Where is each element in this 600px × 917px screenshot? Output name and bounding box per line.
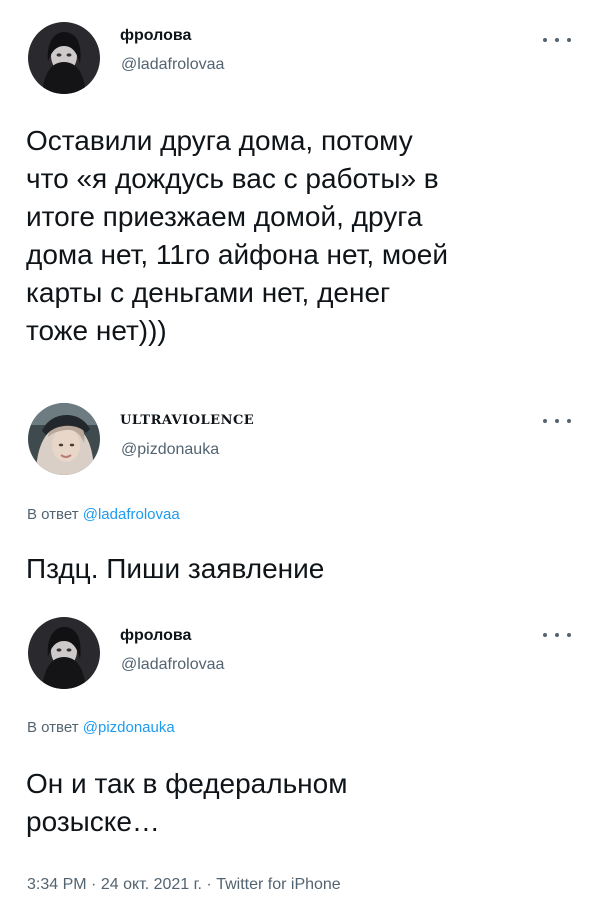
avatar[interactable]	[28, 617, 100, 689]
tweet-text: Пздц. Пиши заявление	[26, 553, 325, 584]
reply-context: В ответ @ladafrolovaa	[27, 506, 180, 523]
avatar[interactable]	[28, 403, 100, 475]
reply-prefix: В ответ	[27, 719, 79, 736]
user-handle[interactable]: @ladafrolovaa	[121, 56, 224, 74]
reply-mention-link[interactable]: @ladafrolovaa	[83, 506, 180, 523]
avatar-image	[28, 617, 100, 689]
reply-mention-link[interactable]: @pizdonauka	[83, 719, 175, 736]
avatar[interactable]	[28, 22, 100, 94]
reply-prefix: В ответ	[27, 506, 79, 523]
tweet-date[interactable]: 24 окт. 2021 г.	[101, 876, 202, 893]
meta-separator: ·	[206, 876, 212, 893]
more-options-icon[interactable]	[543, 414, 571, 428]
display-name[interactable]: фролова	[120, 627, 191, 645]
display-name[interactable]: ULTRAVIOLENCE	[120, 413, 254, 428]
tweet-text: Оставили друга дома, потому что «я дожду…	[26, 125, 448, 346]
user-handle[interactable]: @ladafrolovaa	[121, 656, 224, 674]
more-options-icon[interactable]	[543, 33, 571, 47]
display-name[interactable]: фролова	[120, 27, 191, 45]
tweet-time[interactable]: 3:34 PM	[27, 876, 87, 893]
meta-separator: ·	[91, 876, 97, 893]
avatar-image	[28, 403, 100, 475]
reply-context: В ответ @pizdonauka	[27, 719, 175, 736]
avatar-image	[28, 22, 100, 94]
tweet-text: Он и так в федеральном розыске…	[26, 768, 348, 837]
tweet-meta: 3:34 PM · 24 окт. 2021 г. · Twitter for …	[27, 876, 341, 894]
tweet-source[interactable]: Twitter for iPhone	[216, 876, 341, 893]
user-handle[interactable]: @pizdonauka	[121, 441, 219, 459]
more-options-icon[interactable]	[543, 628, 571, 642]
